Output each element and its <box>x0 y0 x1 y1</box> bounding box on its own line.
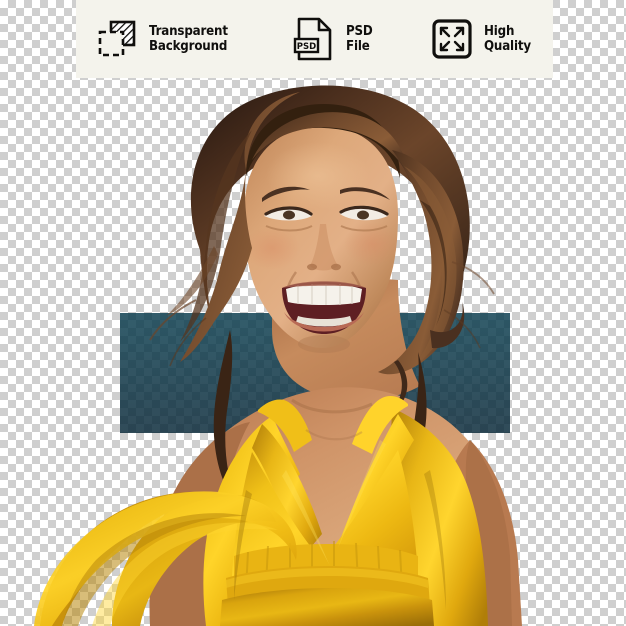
feature-high-quality: High Quality <box>429 16 537 62</box>
left-iris <box>283 210 295 220</box>
feature-banner: Transparent Background PSD PSD File High… <box>76 0 553 78</box>
feature-label: High Quality <box>483 23 531 54</box>
feature-psd-file: PSD PSD File <box>291 16 376 62</box>
feature-label: PSD File <box>346 23 373 54</box>
psd-file-icon: PSD <box>291 16 337 62</box>
subject-image <box>0 0 626 626</box>
transparent-background-icon <box>94 16 140 62</box>
high-quality-expand-icon <box>429 16 475 62</box>
psd-preview-canvas: Transparent Background PSD PSD File High… <box>0 0 626 626</box>
feature-transparent-background: Transparent Background <box>94 16 239 62</box>
chin-shadow <box>298 335 350 353</box>
forehead-highlight <box>266 142 370 210</box>
right-nostril <box>331 263 341 271</box>
right-iris <box>357 210 369 220</box>
psd-badge-text: PSD <box>297 42 316 52</box>
left-cheek <box>244 226 300 270</box>
left-nostril <box>307 263 317 271</box>
feature-label: Transparent Background <box>149 23 228 54</box>
upper-teeth <box>286 284 362 305</box>
